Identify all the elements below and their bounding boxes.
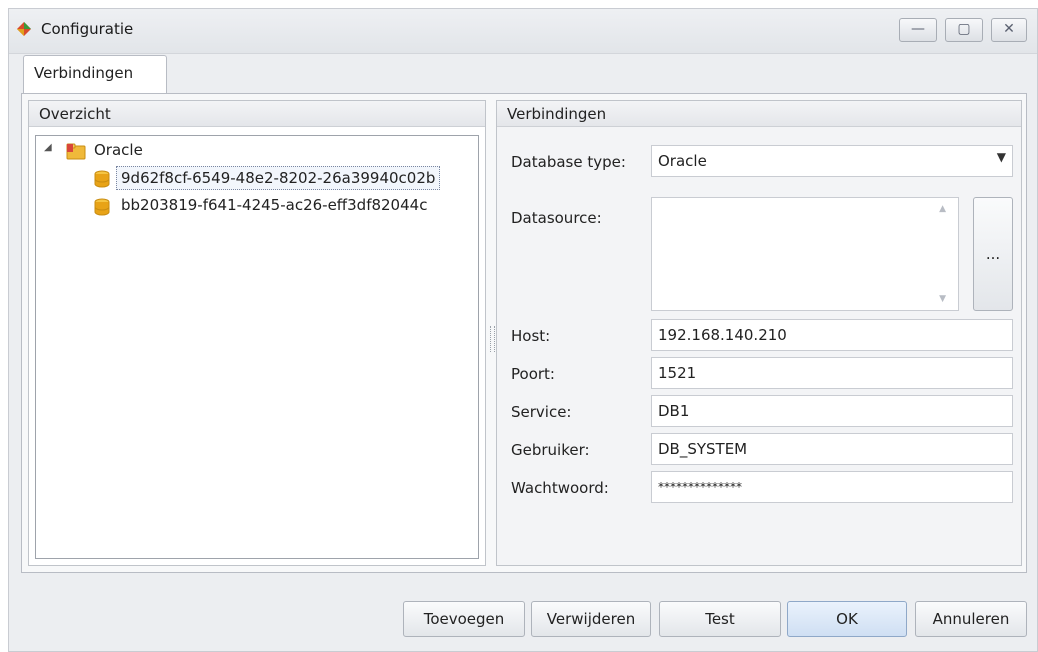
close-button[interactable]: ✕ [991, 18, 1027, 42]
expand-arrow-icon[interactable]: ◢ [44, 142, 52, 153]
chevron-down-icon: ▼ [996, 150, 1006, 164]
tree-item-connection-2[interactable]: bb203819-f641-4245-ac26-eff3df82044c [121, 196, 427, 214]
host-input[interactable]: 192.168.140.210 [651, 319, 1013, 351]
tree-root-label[interactable]: Oracle [94, 141, 143, 159]
title-bar[interactable]: Configuratie — ▢ ✕ [9, 9, 1037, 54]
service-input[interactable]: DB1 [651, 395, 1013, 427]
datasource-browse-button[interactable]: ... [973, 197, 1013, 311]
folder-icon [66, 143, 86, 160]
overview-panel: Overzicht ◢ Oracle 9d62f8cf-6549-48e2-82… [28, 100, 486, 566]
connection-panel: Verbindingen Database type: Oracle ▼ Dat… [496, 100, 1022, 566]
user-label: Gebruiker: [511, 441, 590, 459]
close-icon: ✕ [1003, 21, 1015, 37]
database-type-select[interactable]: Oracle ▼ [651, 145, 1013, 177]
test-button[interactable]: Test [659, 601, 781, 637]
maximize-button[interactable]: ▢ [945, 18, 983, 42]
datasource-textarea[interactable]: ▲ ▼ [651, 197, 959, 311]
ok-button[interactable]: OK [787, 601, 907, 637]
app-logo-icon [17, 22, 31, 36]
tree-item-connection-1[interactable]: 9d62f8cf-6549-48e2-8202-26a39940c02b [116, 166, 441, 190]
window-title: Configuratie [41, 20, 134, 38]
password-label: Wachtwoord: [511, 479, 609, 497]
scroll-down-icon[interactable]: ▼ [939, 294, 946, 304]
database-icon [94, 198, 110, 216]
scroll-up-icon[interactable]: ▲ [939, 204, 946, 214]
overview-header: Overzicht [29, 101, 485, 127]
password-input[interactable]: ************** [651, 471, 1013, 503]
database-type-label: Database type: [511, 153, 626, 171]
minimize-icon: — [911, 21, 925, 37]
connection-header: Verbindingen [497, 101, 1021, 127]
tab-content: Overzicht ◢ Oracle 9d62f8cf-6549-48e2-82… [21, 93, 1027, 573]
user-input[interactable]: DB_SYSTEM [651, 433, 1013, 465]
maximize-icon: ▢ [957, 21, 971, 37]
datasource-label: Datasource: [511, 209, 602, 227]
port-label: Poort: [511, 365, 555, 383]
database-type-value: Oracle [658, 152, 707, 170]
connection-tree[interactable]: ◢ Oracle 9d62f8cf-6549-48e2-8202-26a3994… [35, 135, 479, 559]
service-label: Service: [511, 403, 572, 421]
configuration-window: Configuratie — ▢ ✕ Verbindingen Overzich… [8, 8, 1038, 652]
port-input[interactable]: 1521 [651, 357, 1013, 389]
remove-button[interactable]: Verwijderen [531, 601, 651, 637]
add-button[interactable]: Toevoegen [403, 601, 525, 637]
cancel-button[interactable]: Annuleren [915, 601, 1027, 637]
splitter-handle[interactable] [490, 326, 495, 352]
tab-verbindingen[interactable]: Verbindingen [23, 55, 167, 93]
database-icon [94, 170, 110, 188]
minimize-button[interactable]: — [899, 18, 937, 42]
host-label: Host: [511, 327, 551, 345]
